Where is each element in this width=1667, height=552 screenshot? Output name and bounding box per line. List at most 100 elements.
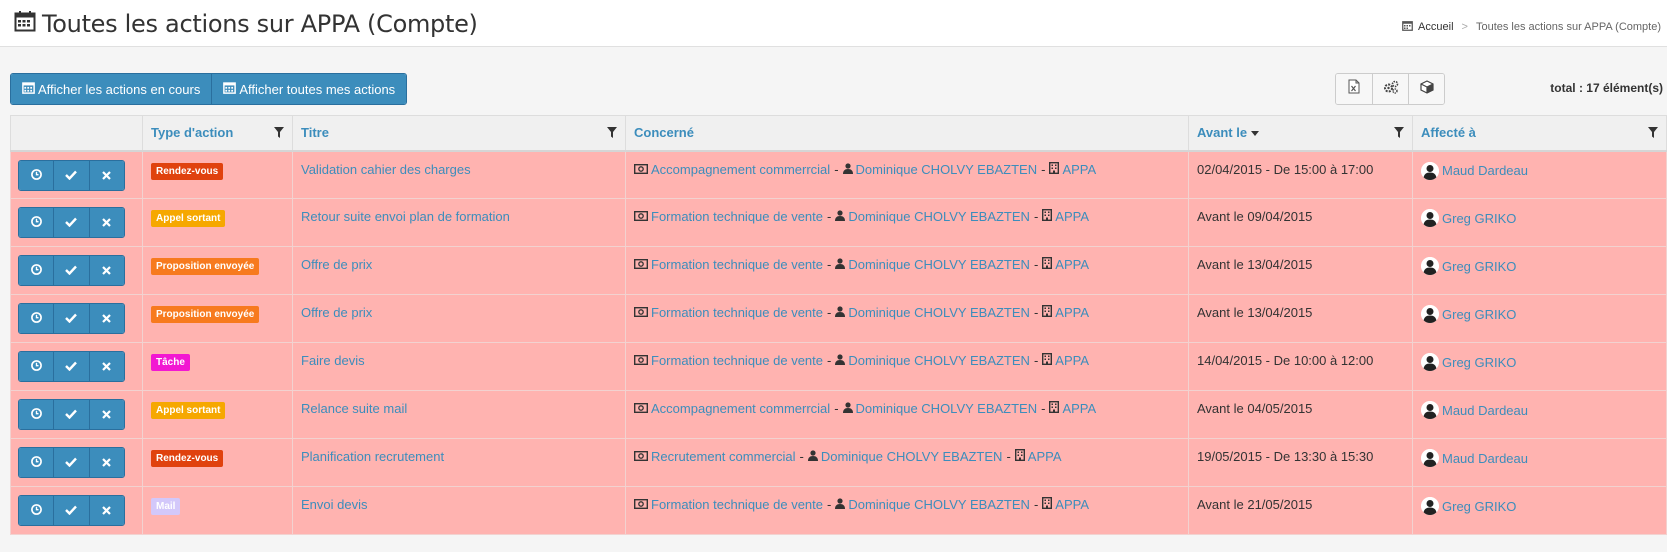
opportunity-link[interactable]: Formation technique de vente	[651, 353, 823, 368]
row-due-cell: Avant le 04/05/2015	[1188, 390, 1413, 439]
table-row[interactable]: Mail Envoi devis Formation technique de …	[10, 486, 1667, 535]
postpone-button[interactable]	[19, 160, 54, 190]
complete-button[interactable]	[53, 400, 89, 429]
action-title-link[interactable]: Offre de prix	[301, 305, 372, 320]
account-link[interactable]: APPA	[1062, 401, 1096, 416]
opportunity-link[interactable]: Formation technique de vente	[651, 209, 823, 224]
row-assignee-cell: Greg GRIKO	[1412, 198, 1667, 247]
show-current-actions-button[interactable]: Afficher les actions en cours	[11, 74, 212, 104]
account-link[interactable]: APPA	[1055, 497, 1089, 512]
column-header-affecte-label: Affecté à	[1421, 125, 1476, 141]
cancel-button[interactable]	[88, 400, 124, 429]
cancel-button[interactable]	[88, 496, 124, 525]
opportunity-link[interactable]: Accompagnement commerrcial	[651, 401, 830, 416]
assignee-link[interactable]: Greg GRIKO	[1442, 499, 1516, 514]
cancel-button[interactable]	[88, 352, 124, 381]
filter-icon[interactable]	[1648, 126, 1658, 141]
action-title-link[interactable]: Retour suite envoi plan de formation	[301, 209, 510, 224]
account-link[interactable]: APPA	[1028, 449, 1062, 464]
postpone-button[interactable]	[19, 400, 54, 429]
settings-button[interactable]	[1372, 74, 1408, 104]
postpone-button[interactable]	[19, 496, 54, 525]
cube-button[interactable]	[1408, 74, 1444, 104]
assignee-link[interactable]: Greg GRIKO	[1442, 211, 1516, 226]
excel-export-button[interactable]	[1336, 74, 1372, 104]
cancel-button[interactable]	[88, 160, 124, 190]
column-header-avant[interactable]: Avant le	[1188, 115, 1413, 152]
page-title-text: Toutes les actions sur APPA (Compte)	[42, 10, 478, 38]
complete-button[interactable]	[53, 256, 89, 285]
filter-icon[interactable]	[1394, 126, 1404, 141]
table-row[interactable]: Proposition envoyée Offre de prix Format…	[10, 294, 1667, 343]
table-row[interactable]: Proposition envoyée Offre de prix Format…	[10, 246, 1667, 295]
opportunity-link[interactable]: Accompagnement commerrcial	[651, 162, 830, 177]
account-link[interactable]: APPA	[1055, 209, 1089, 224]
contact-link[interactable]: Dominique CHOLVY EBAZTEN	[848, 305, 1030, 320]
contact-link[interactable]: Dominique CHOLVY EBAZTEN	[848, 353, 1030, 368]
action-title-link[interactable]: Planification recrutement	[301, 449, 444, 464]
complete-button[interactable]	[53, 496, 89, 525]
row-actions-cell	[10, 438, 143, 487]
assignee-link[interactable]: Greg GRIKO	[1442, 259, 1516, 274]
contact-link[interactable]: Dominique CHOLVY EBAZTEN	[848, 209, 1030, 224]
column-header-concerne[interactable]: Concerné	[625, 115, 1189, 152]
assignee-link[interactable]: Greg GRIKO	[1442, 355, 1516, 370]
complete-button[interactable]	[53, 208, 89, 237]
row-title-cell: Envoi devis	[292, 486, 626, 535]
action-title-link[interactable]: Offre de prix	[301, 257, 372, 272]
assignee-link[interactable]: Maud Dardeau	[1442, 403, 1528, 418]
assignee-link[interactable]: Maud Dardeau	[1442, 451, 1528, 466]
postpone-button[interactable]	[19, 304, 54, 333]
account-link[interactable]: APPA	[1055, 305, 1089, 320]
cancel-button[interactable]	[88, 256, 124, 285]
account-link[interactable]: APPA	[1055, 257, 1089, 272]
opportunity-link[interactable]: Recrutement commercial	[651, 449, 796, 464]
avatar	[1421, 401, 1439, 419]
opportunity-link[interactable]: Formation technique de vente	[651, 497, 823, 512]
postpone-button[interactable]	[19, 208, 54, 237]
action-title-link[interactable]: Relance suite mail	[301, 401, 407, 416]
complete-button[interactable]	[53, 448, 89, 477]
postpone-button[interactable]	[19, 352, 54, 381]
column-header-titre[interactable]: Titre	[292, 115, 626, 152]
cancel-button[interactable]	[88, 208, 124, 237]
assignee-link[interactable]: Maud Dardeau	[1442, 163, 1528, 178]
opportunity-link[interactable]: Formation technique de vente	[651, 305, 823, 320]
contact-link[interactable]: Dominique CHOLVY EBAZTEN	[856, 401, 1038, 416]
filter-icon[interactable]	[274, 126, 284, 141]
cancel-button[interactable]	[88, 304, 124, 333]
view-toggle-group: Afficher les actions en cours Afficher t…	[10, 73, 408, 105]
contact-link[interactable]: Dominique CHOLVY EBAZTEN	[856, 162, 1038, 177]
table-row[interactable]: Tâche Faire devis Formation technique de…	[10, 342, 1667, 391]
table-row[interactable]: Rendez-vous Validation cahier des charge…	[10, 150, 1667, 199]
table-row[interactable]: Appel sortant Relance suite mail Accompa…	[10, 390, 1667, 439]
column-header-affecte[interactable]: Affecté à	[1412, 115, 1667, 152]
contact-link[interactable]: Dominique CHOLVY EBAZTEN	[848, 497, 1030, 512]
action-title-link[interactable]: Validation cahier des charges	[301, 162, 471, 177]
show-all-actions-button[interactable]: Afficher toutes mes actions	[211, 74, 407, 104]
column-header-type[interactable]: Type d'action	[142, 115, 293, 152]
actions-table-container: Type d'action Titre Concerné Avant le Af…	[10, 115, 1667, 535]
avatar	[1421, 257, 1439, 275]
filter-icon[interactable]	[607, 126, 617, 141]
due-date-text: 02/04/2015 - De 15:00 à 17:00	[1197, 161, 1374, 177]
breadcrumb-home-link[interactable]: Accueil	[1418, 21, 1453, 33]
action-title-link[interactable]: Envoi devis	[301, 497, 367, 512]
table-row[interactable]: Appel sortant Retour suite envoi plan de…	[10, 198, 1667, 247]
account-link[interactable]: APPA	[1062, 162, 1096, 177]
postpone-button[interactable]	[19, 256, 54, 285]
action-title-link[interactable]: Faire devis	[301, 353, 365, 368]
contact-link[interactable]: Dominique CHOLVY EBAZTEN	[848, 257, 1030, 272]
account-link[interactable]: APPA	[1055, 353, 1089, 368]
contact-link[interactable]: Dominique CHOLVY EBAZTEN	[821, 449, 1003, 464]
opportunity-link[interactable]: Formation technique de vente	[651, 257, 823, 272]
complete-button[interactable]	[53, 304, 89, 333]
complete-button[interactable]	[53, 352, 89, 381]
row-action-buttons	[18, 495, 125, 526]
table-row[interactable]: Rendez-vous Planification recrutement Re…	[10, 438, 1667, 487]
assignee-link[interactable]: Greg GRIKO	[1442, 307, 1516, 322]
complete-button[interactable]	[53, 160, 89, 190]
row-concerne-cell: Formation technique de vente - Dominique…	[625, 198, 1189, 247]
postpone-button[interactable]	[19, 448, 54, 477]
cancel-button[interactable]	[88, 448, 124, 477]
